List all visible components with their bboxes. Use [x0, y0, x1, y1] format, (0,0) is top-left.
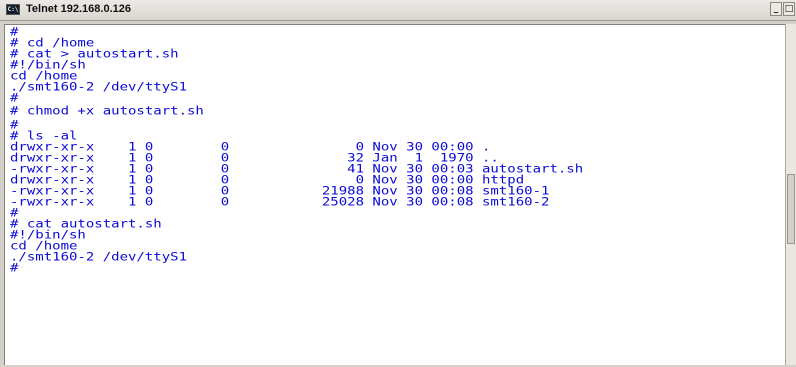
window-title: Telnet 192.168.0.126 [26, 3, 131, 15]
directory-listing-row: -rwxr-xr-x 1 0 0 25028 Nov 30 00:08 smt1… [10, 195, 550, 209]
vertical-scrollbar[interactable] [785, 24, 796, 365]
terminal-output[interactable]: # # cd /home # cat > autostart.sh #!/bin… [4, 24, 785, 365]
scrollbar-thumb[interactable] [787, 174, 795, 244]
terminal-line: ./smt160-2 /dev/ttyS1 [10, 80, 188, 94]
minimize-button[interactable]: _ [770, 2, 782, 16]
terminal-line: ./smt160-2 /dev/ttyS1 [10, 250, 188, 264]
title-bar[interactable]: C:\ Telnet 192.168.0.126 _ □ [0, 0, 796, 21]
terminal-line: # [10, 91, 19, 105]
terminal-line: # chmod +x autostart.sh [10, 104, 204, 118]
maximize-button[interactable]: □ [783, 2, 795, 16]
telnet-console-icon[interactable]: C:\ [6, 4, 20, 15]
terminal-prompt: # [10, 261, 19, 275]
